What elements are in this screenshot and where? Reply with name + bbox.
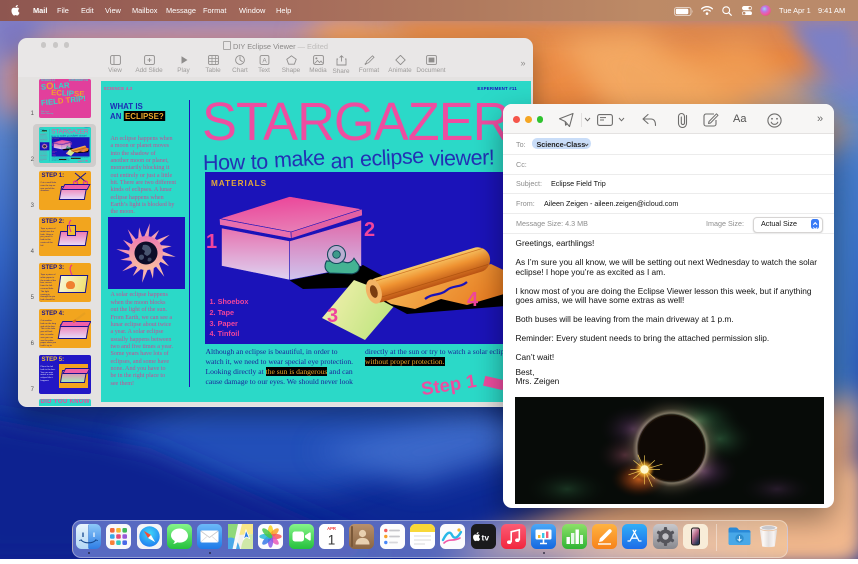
svg-text:2: 2 [364, 219, 375, 241]
svg-text:2: 2 [70, 144, 72, 146]
svg-text:1: 1 [206, 231, 217, 253]
svg-text:APR: APR [327, 526, 336, 531]
svg-text:3: 3 [327, 305, 338, 327]
svg-text:1: 1 [328, 533, 336, 548]
svg-text:A: A [262, 57, 267, 64]
svg-text:3: 3 [66, 153, 68, 155]
svg-text:1: 1 [51, 145, 53, 147]
svg-text:4: 4 [83, 151, 85, 154]
svg-text:tv: tv [481, 533, 489, 543]
svg-text:4: 4 [467, 289, 479, 311]
